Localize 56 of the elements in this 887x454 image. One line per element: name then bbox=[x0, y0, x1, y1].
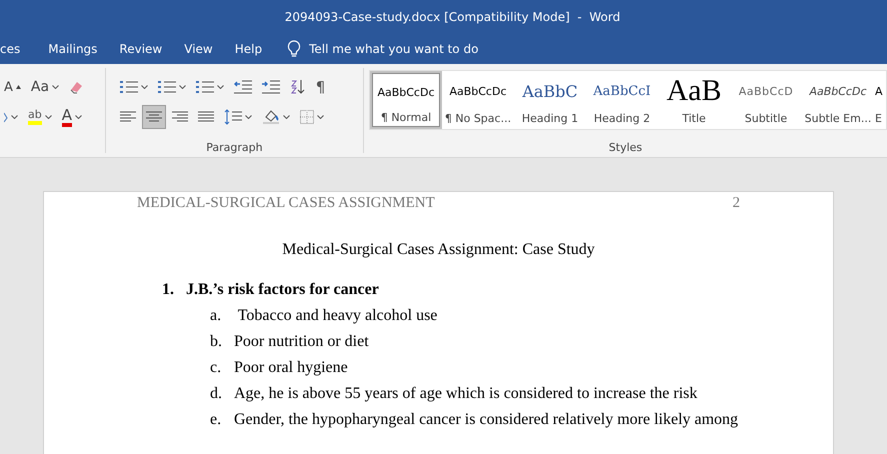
section-heading: J.B.’s risk factors for cancer bbox=[186, 281, 379, 299]
list-marker: b. bbox=[210, 333, 223, 351]
caret-icon bbox=[216, 85, 224, 89]
ribbon-tab[interactable]: View bbox=[173, 36, 224, 62]
borders-icon bbox=[300, 110, 314, 124]
caret-icon bbox=[178, 85, 186, 89]
page-number: 2 bbox=[732, 195, 740, 212]
style-option[interactable]: AaBbCcDc ¶ Normal bbox=[370, 71, 442, 129]
bulleted-list-icon bbox=[120, 80, 138, 94]
caret-icon bbox=[140, 85, 148, 89]
up-triangle-icon bbox=[16, 85, 21, 89]
caret-icon bbox=[44, 115, 52, 119]
paint-bucket-icon bbox=[262, 109, 280, 125]
list-marker: c. bbox=[210, 359, 222, 377]
align-center-icon bbox=[146, 111, 162, 123]
highlight-button[interactable]: ab bbox=[24, 105, 56, 129]
document-title: Medical-Surgical Cases Assignment: Case Study bbox=[282, 241, 595, 258]
ribbon-tab[interactable]: ces bbox=[0, 36, 32, 62]
group-label: Styles bbox=[608, 141, 644, 154]
tell-me-field[interactable]: Tell me what you want to do bbox=[301, 42, 538, 56]
increase-indent-icon bbox=[262, 80, 280, 94]
change-case-button[interactable]: Aa bbox=[26, 75, 64, 99]
group-label: Paragraph bbox=[205, 141, 264, 154]
list-number: 1. bbox=[162, 281, 175, 299]
caret-icon bbox=[282, 115, 290, 119]
page-header: MEDICAL-SURGICAL CASES ASSIGNMENT bbox=[137, 195, 435, 212]
list-item-text: Gender, the hypopharyngeal cancer is considered relatively more likely among bbox=[234, 411, 738, 429]
list-item-text: Poor nutrition or diet bbox=[234, 333, 369, 351]
caret-icon bbox=[316, 115, 324, 119]
list-marker: e. bbox=[210, 411, 222, 429]
lightbulb-icon bbox=[287, 40, 302, 58]
grow-font-button[interactable]: A bbox=[0, 75, 25, 99]
align-left-icon bbox=[120, 111, 136, 123]
align-center-button[interactable] bbox=[142, 105, 166, 129]
list-item-text: Tobacco and heavy alcohol use bbox=[236, 307, 438, 325]
line-spacing-icon bbox=[224, 109, 242, 125]
list-marker: a. bbox=[210, 307, 222, 325]
caret-icon bbox=[75, 115, 82, 119]
ribbon-tab[interactable]: Help bbox=[224, 36, 274, 62]
pilcrow-button[interactable]: ¶ bbox=[312, 75, 330, 99]
caret-icon bbox=[52, 85, 60, 89]
ribbon-tab[interactable]: Review bbox=[108, 36, 174, 62]
list-item-text: Age, he is above 55 years of age which is considered to increase the risk bbox=[234, 385, 698, 403]
font-color-button[interactable]: A bbox=[58, 105, 86, 129]
ribbon-tab[interactable]: Mailings bbox=[37, 36, 108, 62]
list-marker: d. bbox=[210, 385, 223, 403]
caret-icon bbox=[11, 115, 18, 119]
decrease-indent-icon bbox=[234, 80, 252, 94]
align-right-icon bbox=[172, 111, 188, 123]
numbered-list-icon bbox=[158, 80, 176, 94]
justify-icon bbox=[198, 111, 214, 123]
sort-icon bbox=[290, 79, 306, 95]
list-item-text: Poor oral hygiene bbox=[234, 359, 348, 377]
multilevel-list-icon bbox=[196, 80, 214, 94]
caret-icon bbox=[244, 115, 252, 119]
window-title: 2094093-Case-study.docx [Compatibility Mode] - Word bbox=[284, 10, 620, 24]
